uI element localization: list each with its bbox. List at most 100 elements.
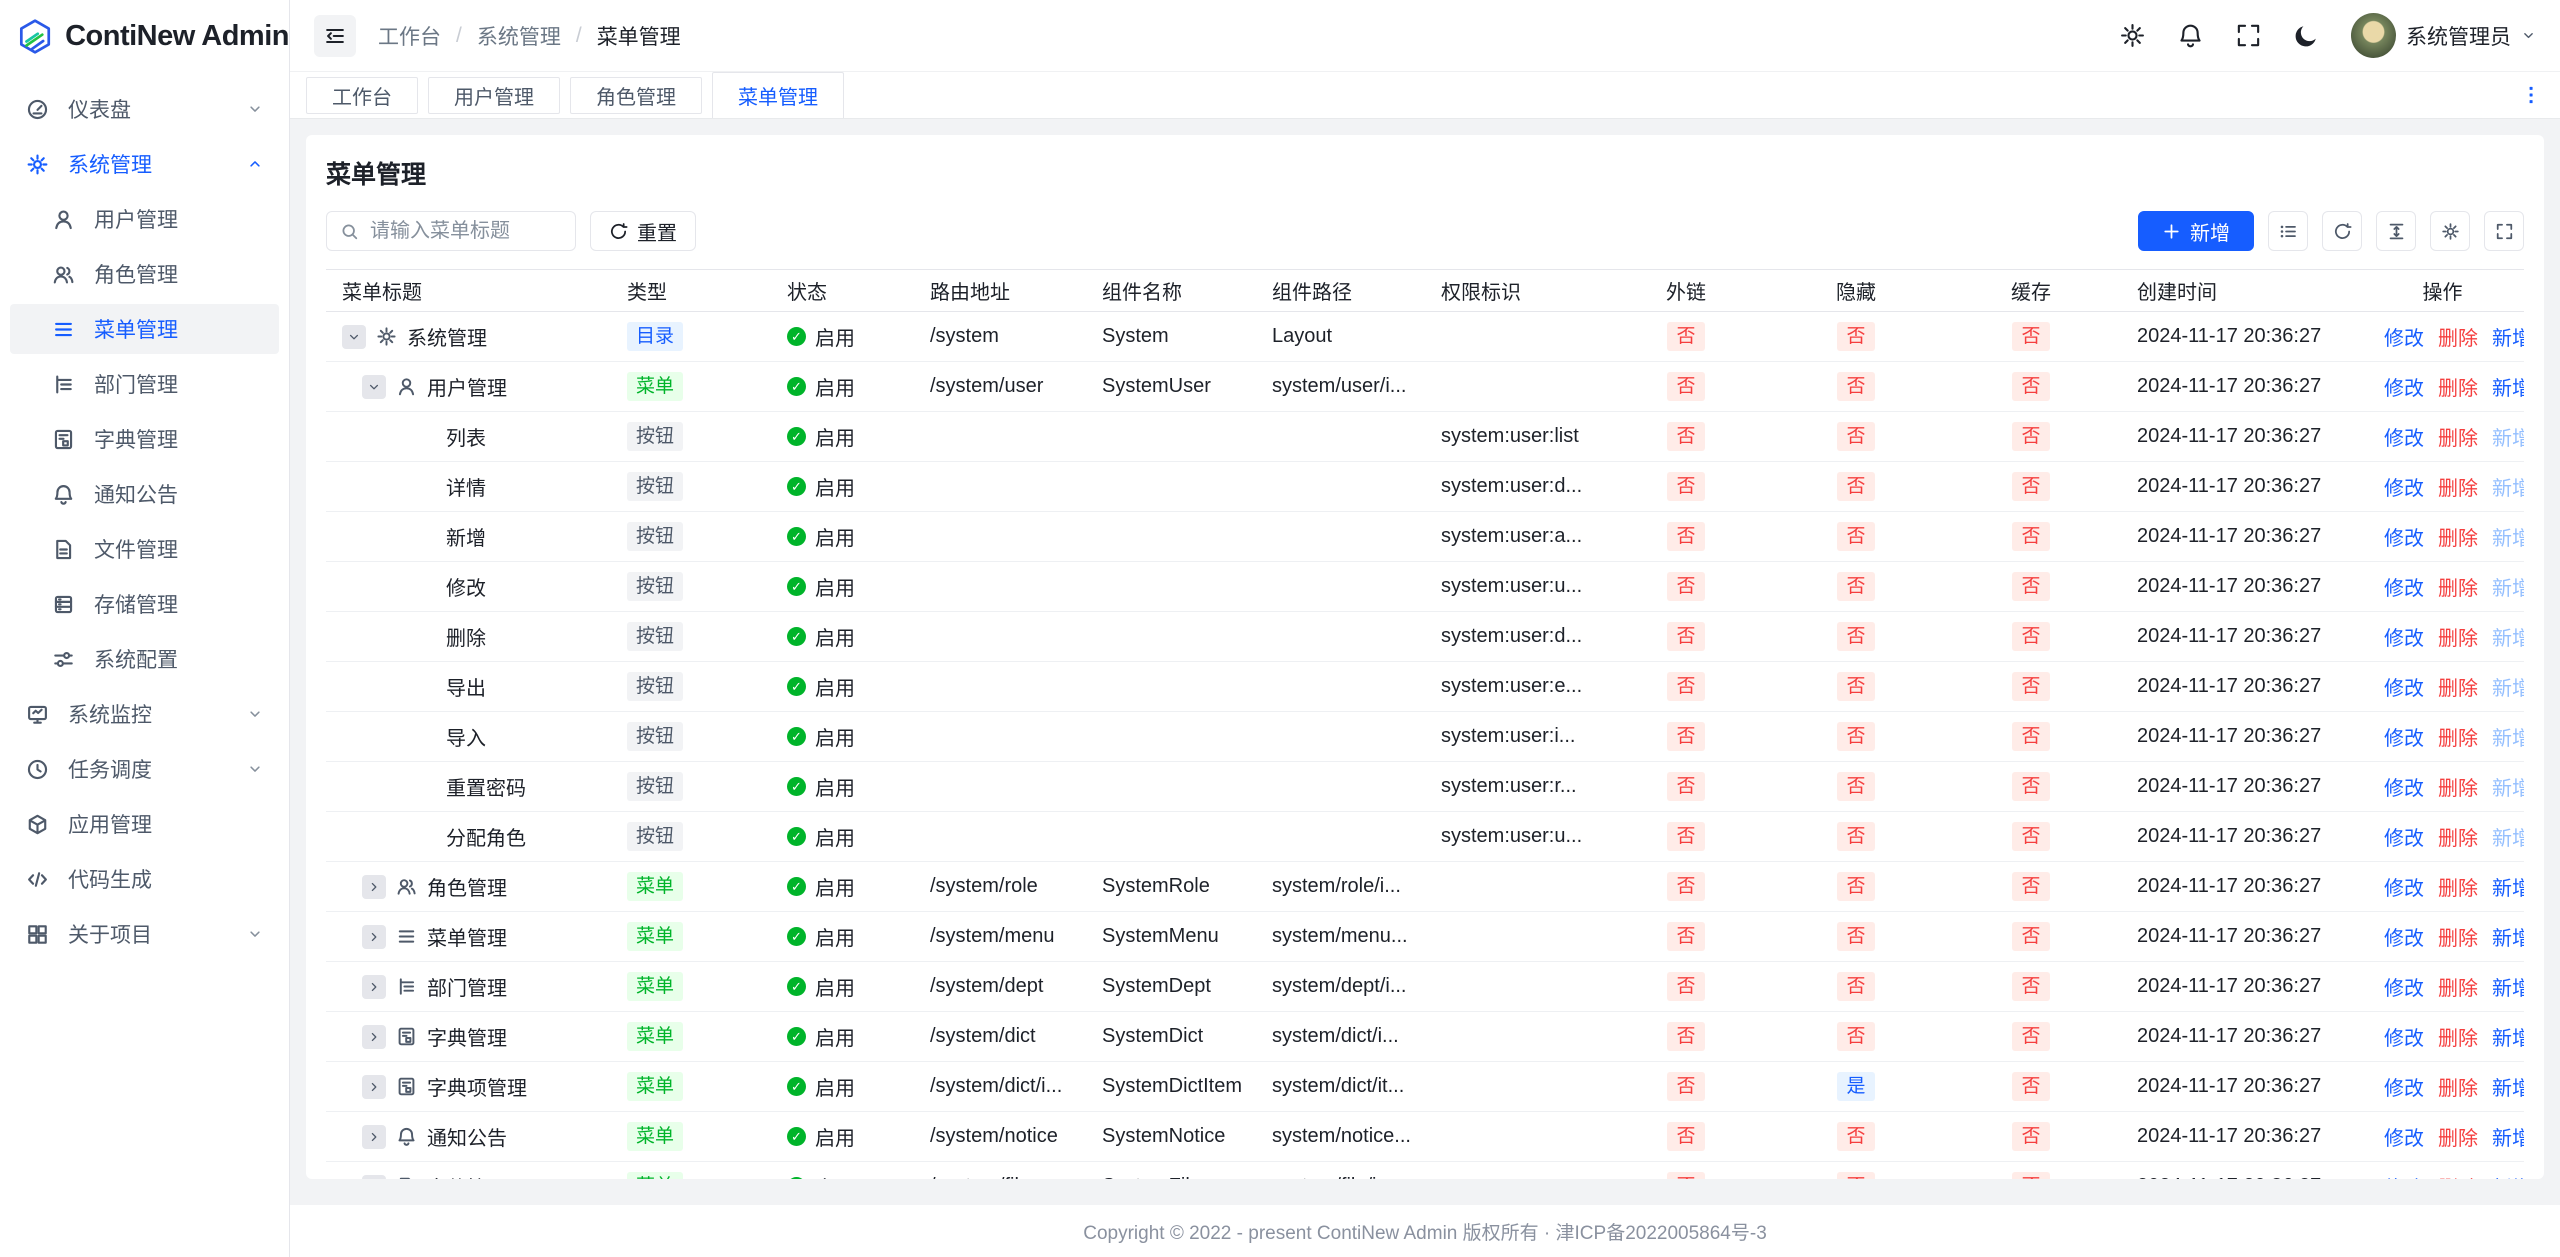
delete-link[interactable]: 删除: [2438, 728, 2478, 750]
footer-copyright: Copyright © 2022 - present ContiNew Admi…: [1083, 1218, 1767, 1245]
breadcrumb-item[interactable]: 菜单管理: [597, 21, 681, 51]
sidebar-item-menu[interactable]: 菜单管理: [10, 304, 279, 354]
search-input[interactable]: [368, 219, 562, 244]
edit-link[interactable]: 修改: [2384, 328, 2424, 350]
row-expander[interactable]: [342, 325, 366, 349]
delete-link[interactable]: 删除: [2438, 928, 2478, 950]
list-view-button[interactable]: [2268, 211, 2308, 251]
delete-link[interactable]: 删除: [2438, 328, 2478, 350]
refresh-button[interactable]: [2322, 211, 2362, 251]
tab-menu[interactable]: 菜单管理: [712, 72, 844, 118]
delete-link[interactable]: 删除: [2438, 778, 2478, 800]
add-link[interactable]: 新增: [2492, 878, 2524, 900]
logo[interactable]: ContiNew Admin: [0, 0, 289, 72]
hidden-badge: 否: [1837, 722, 1874, 752]
add-link[interactable]: 新增: [2492, 1078, 2524, 1100]
sidebar-item-dept[interactable]: 部门管理: [10, 359, 279, 409]
delete-link[interactable]: 删除: [2438, 1178, 2478, 1179]
table-row: 系统管理目录✓启用/systemSystemLayout否否否2024-11-1…: [326, 312, 2524, 362]
row-expander[interactable]: [362, 1075, 386, 1099]
row-expander[interactable]: [362, 875, 386, 899]
edit-link[interactable]: 修改: [2384, 378, 2424, 400]
tab-role[interactable]: 角色管理: [570, 77, 702, 114]
sidebar-item-user[interactable]: 用户管理: [10, 194, 279, 244]
row-expander[interactable]: [362, 1125, 386, 1149]
add-link[interactable]: 新增: [2492, 1178, 2524, 1179]
tab-more-button[interactable]: [2520, 78, 2554, 112]
row-expander[interactable]: [362, 1025, 386, 1049]
row-expander[interactable]: [362, 975, 386, 999]
column-settings-button[interactable]: [2430, 211, 2470, 251]
edit-link[interactable]: 修改: [2384, 1178, 2424, 1179]
delete-link[interactable]: 删除: [2438, 828, 2478, 850]
edit-link[interactable]: 修改: [2384, 678, 2424, 700]
sidebar-item-storage[interactable]: 存储管理: [10, 579, 279, 629]
sidebar-item-monitor[interactable]: 系统监控: [10, 689, 279, 739]
sidebar-item-system[interactable]: 系统管理: [10, 139, 279, 189]
sidebar-item-file[interactable]: 文件管理: [10, 524, 279, 574]
add-link[interactable]: 新增: [2492, 978, 2524, 1000]
edit-link[interactable]: 修改: [2384, 428, 2424, 450]
sidebar-item-code-gen[interactable]: 代码生成: [10, 854, 279, 904]
edit-link[interactable]: 修改: [2384, 778, 2424, 800]
delete-link[interactable]: 删除: [2438, 578, 2478, 600]
sidebar-item-about[interactable]: 关于项目: [10, 909, 279, 959]
add-link[interactable]: 新增: [2492, 328, 2524, 350]
edit-link[interactable]: 修改: [2384, 828, 2424, 850]
add-link[interactable]: 新增: [2492, 1128, 2524, 1150]
notifications-button[interactable]: [2177, 22, 2204, 49]
tab-user[interactable]: 用户管理: [428, 77, 560, 114]
fullscreen-button[interactable]: [2235, 22, 2262, 49]
theme-toggle-button[interactable]: [2293, 22, 2320, 49]
status-badge: ✓启用: [787, 922, 855, 951]
delete-link[interactable]: 删除: [2438, 528, 2478, 550]
add-button[interactable]: 新增: [2138, 211, 2254, 251]
edit-link[interactable]: 修改: [2384, 628, 2424, 650]
add-link[interactable]: 新增: [2492, 378, 2524, 400]
edit-link[interactable]: 修改: [2384, 878, 2424, 900]
chevron-down-icon: [247, 926, 263, 942]
delete-link[interactable]: 删除: [2438, 678, 2478, 700]
sidebar-item-config[interactable]: 系统配置: [10, 634, 279, 684]
edit-link[interactable]: 修改: [2384, 478, 2424, 500]
table-fullscreen-button[interactable]: [2484, 211, 2524, 251]
row-height-button[interactable]: [2376, 211, 2416, 251]
reset-button[interactable]: 重置: [590, 211, 696, 251]
user-menu[interactable]: 系统管理员: [2351, 13, 2536, 58]
edit-link[interactable]: 修改: [2384, 928, 2424, 950]
row-expander[interactable]: [362, 1175, 386, 1180]
add-link[interactable]: 新增: [2492, 928, 2524, 950]
delete-link[interactable]: 删除: [2438, 628, 2478, 650]
delete-link[interactable]: 删除: [2438, 1128, 2478, 1150]
collapse-sidebar-button[interactable]: [314, 15, 356, 57]
settings-button[interactable]: [2119, 22, 2146, 49]
sidebar-item-role[interactable]: 角色管理: [10, 249, 279, 299]
row-expander[interactable]: [362, 925, 386, 949]
delete-link[interactable]: 删除: [2438, 478, 2478, 500]
sidebar-item-dict[interactable]: 字典管理: [10, 414, 279, 464]
breadcrumb-item[interactable]: 系统管理: [477, 21, 561, 51]
delete-link[interactable]: 删除: [2438, 1078, 2478, 1100]
sidebar-item-notice[interactable]: 通知公告: [10, 469, 279, 519]
delete-link[interactable]: 删除: [2438, 428, 2478, 450]
delete-link[interactable]: 删除: [2438, 378, 2478, 400]
external-badge: 否: [1667, 822, 1704, 852]
edit-link[interactable]: 修改: [2384, 978, 2424, 1000]
search-input-wrap: [326, 211, 576, 251]
edit-link[interactable]: 修改: [2384, 1028, 2424, 1050]
sidebar-item-schedule[interactable]: 任务调度: [10, 744, 279, 794]
edit-link[interactable]: 修改: [2384, 1128, 2424, 1150]
edit-link[interactable]: 修改: [2384, 578, 2424, 600]
row-expander[interactable]: [362, 375, 386, 399]
edit-link[interactable]: 修改: [2384, 1078, 2424, 1100]
delete-link[interactable]: 删除: [2438, 978, 2478, 1000]
breadcrumb-item[interactable]: 工作台: [378, 21, 441, 51]
edit-link[interactable]: 修改: [2384, 728, 2424, 750]
add-link[interactable]: 新增: [2492, 1028, 2524, 1050]
delete-link[interactable]: 删除: [2438, 878, 2478, 900]
edit-link[interactable]: 修改: [2384, 528, 2424, 550]
sidebar-item-app-manage[interactable]: 应用管理: [10, 799, 279, 849]
tab-workbench[interactable]: 工作台: [306, 77, 418, 114]
delete-link[interactable]: 删除: [2438, 1028, 2478, 1050]
sidebar-item-dashboard[interactable]: 仪表盘: [10, 84, 279, 134]
